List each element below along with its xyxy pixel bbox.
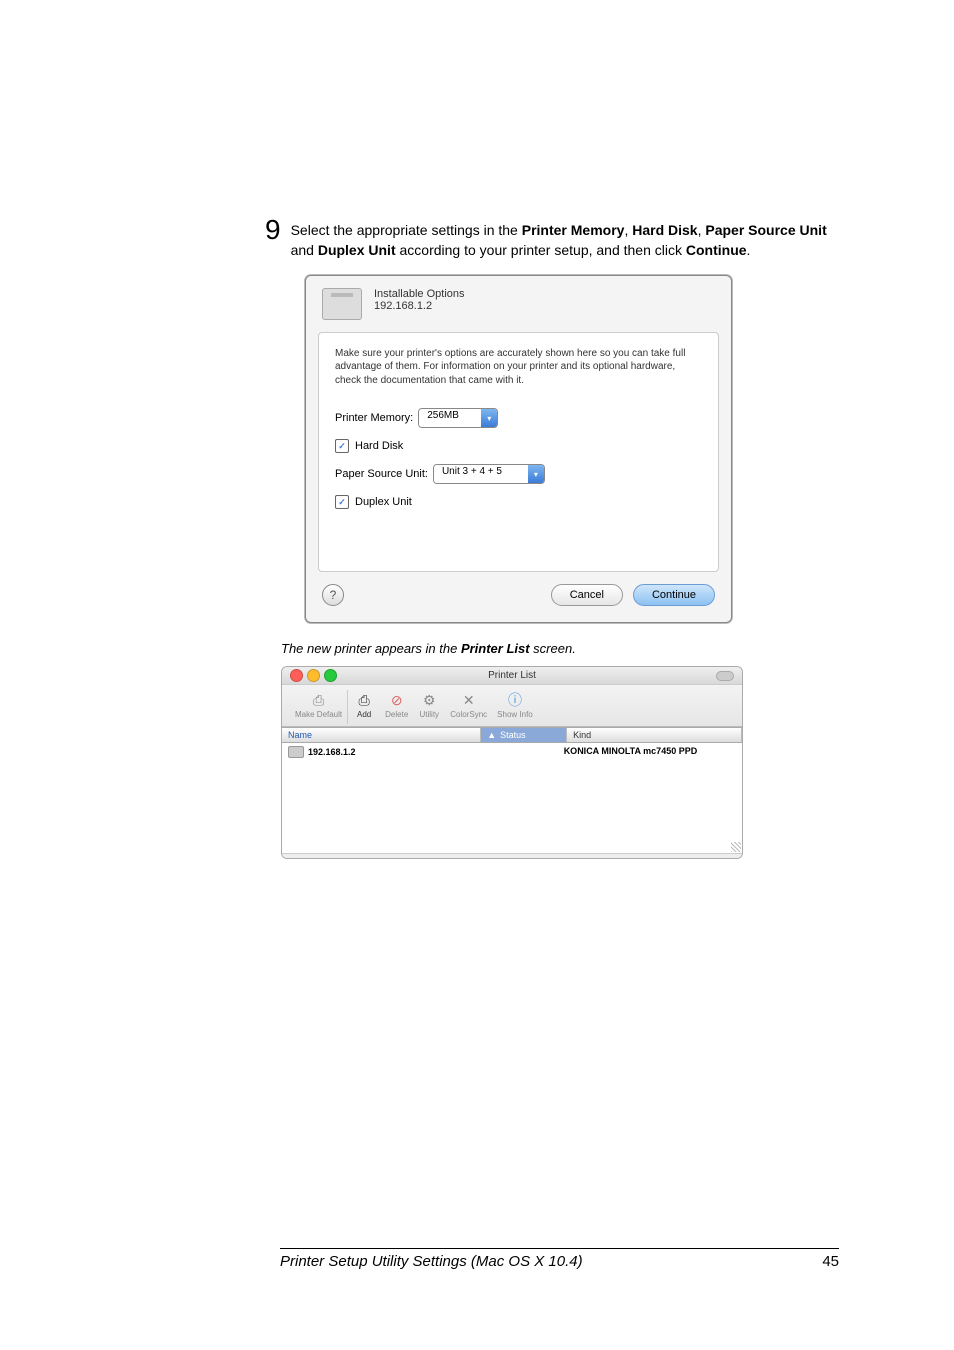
delete-icon: ⊘ [386, 690, 408, 710]
cancel-button[interactable]: Cancel [551, 584, 623, 606]
sort-arrow-icon: ▲ [487, 730, 496, 740]
printer-icon [322, 288, 362, 320]
add-button[interactable]: ⎙ Add [348, 690, 380, 724]
hard-disk-label: Hard Disk [355, 440, 403, 452]
colorsync-icon: ✕ [458, 690, 480, 710]
dialog-subtitle: 192.168.1.2 [374, 300, 465, 312]
continue-button[interactable]: Continue [633, 584, 715, 606]
add-printer-icon: ⎙ [353, 690, 375, 710]
duplex-unit-label: Duplex Unit [355, 496, 412, 508]
dialog-title: Installable Options [374, 288, 465, 300]
resize-handle[interactable] [731, 842, 741, 852]
paper-source-unit-label: Paper Source Unit: [335, 468, 428, 480]
step-instruction: Select the appropriate settings in the P… [291, 220, 839, 261]
gear-icon: ⚙ [418, 690, 440, 710]
printer-list-window: Printer List ⎙ Make Default ⎙ Add ⊘ Dele… [281, 666, 743, 859]
hard-disk-checkbox[interactable]: ✓ [335, 439, 349, 453]
column-header-status[interactable]: ▲ Status [481, 728, 567, 742]
duplex-unit-checkbox[interactable]: ✓ [335, 495, 349, 509]
column-header-name[interactable]: Name [282, 728, 481, 742]
printer-icon: ⎙ [308, 690, 330, 710]
table-row[interactable]: 192.168.1.2 KONICA MINOLTA mc7450 PPD [282, 743, 742, 761]
window-title: Printer List [282, 670, 742, 681]
printer-icon [288, 746, 304, 758]
info-icon: ⓘ [504, 690, 526, 710]
info-text: Make sure your printer's options are acc… [335, 347, 702, 388]
installable-options-dialog: Installable Options 192.168.1.2 Make sur… [305, 275, 732, 624]
column-header-kind[interactable]: Kind [567, 728, 742, 742]
colorsync-button[interactable]: ✕ ColorSync [445, 690, 492, 724]
show-info-button[interactable]: ⓘ Show Info [492, 690, 538, 724]
step-number: 9 [265, 216, 281, 244]
utility-button[interactable]: ⚙ Utility [413, 690, 445, 724]
delete-button[interactable]: ⊘ Delete [380, 690, 413, 724]
make-default-button[interactable]: ⎙ Make Default [290, 690, 347, 724]
chevron-updown-icon: ▾ [528, 465, 544, 483]
caption-text: The new printer appears in the Printer L… [281, 641, 839, 656]
toolbar-toggle-icon[interactable] [716, 671, 734, 681]
page-number: 45 [822, 1253, 839, 1270]
paper-source-unit-select[interactable]: Unit 3 + 4 + 5 ▾ [434, 465, 544, 483]
printer-memory-select[interactable]: 256MB ▾ [419, 409, 497, 427]
help-button[interactable]: ? [322, 584, 344, 606]
footer-title: Printer Setup Utility Settings (Mac OS X… [280, 1253, 583, 1270]
chevron-updown-icon: ▾ [481, 409, 497, 427]
printer-memory-label: Printer Memory: [335, 412, 413, 424]
